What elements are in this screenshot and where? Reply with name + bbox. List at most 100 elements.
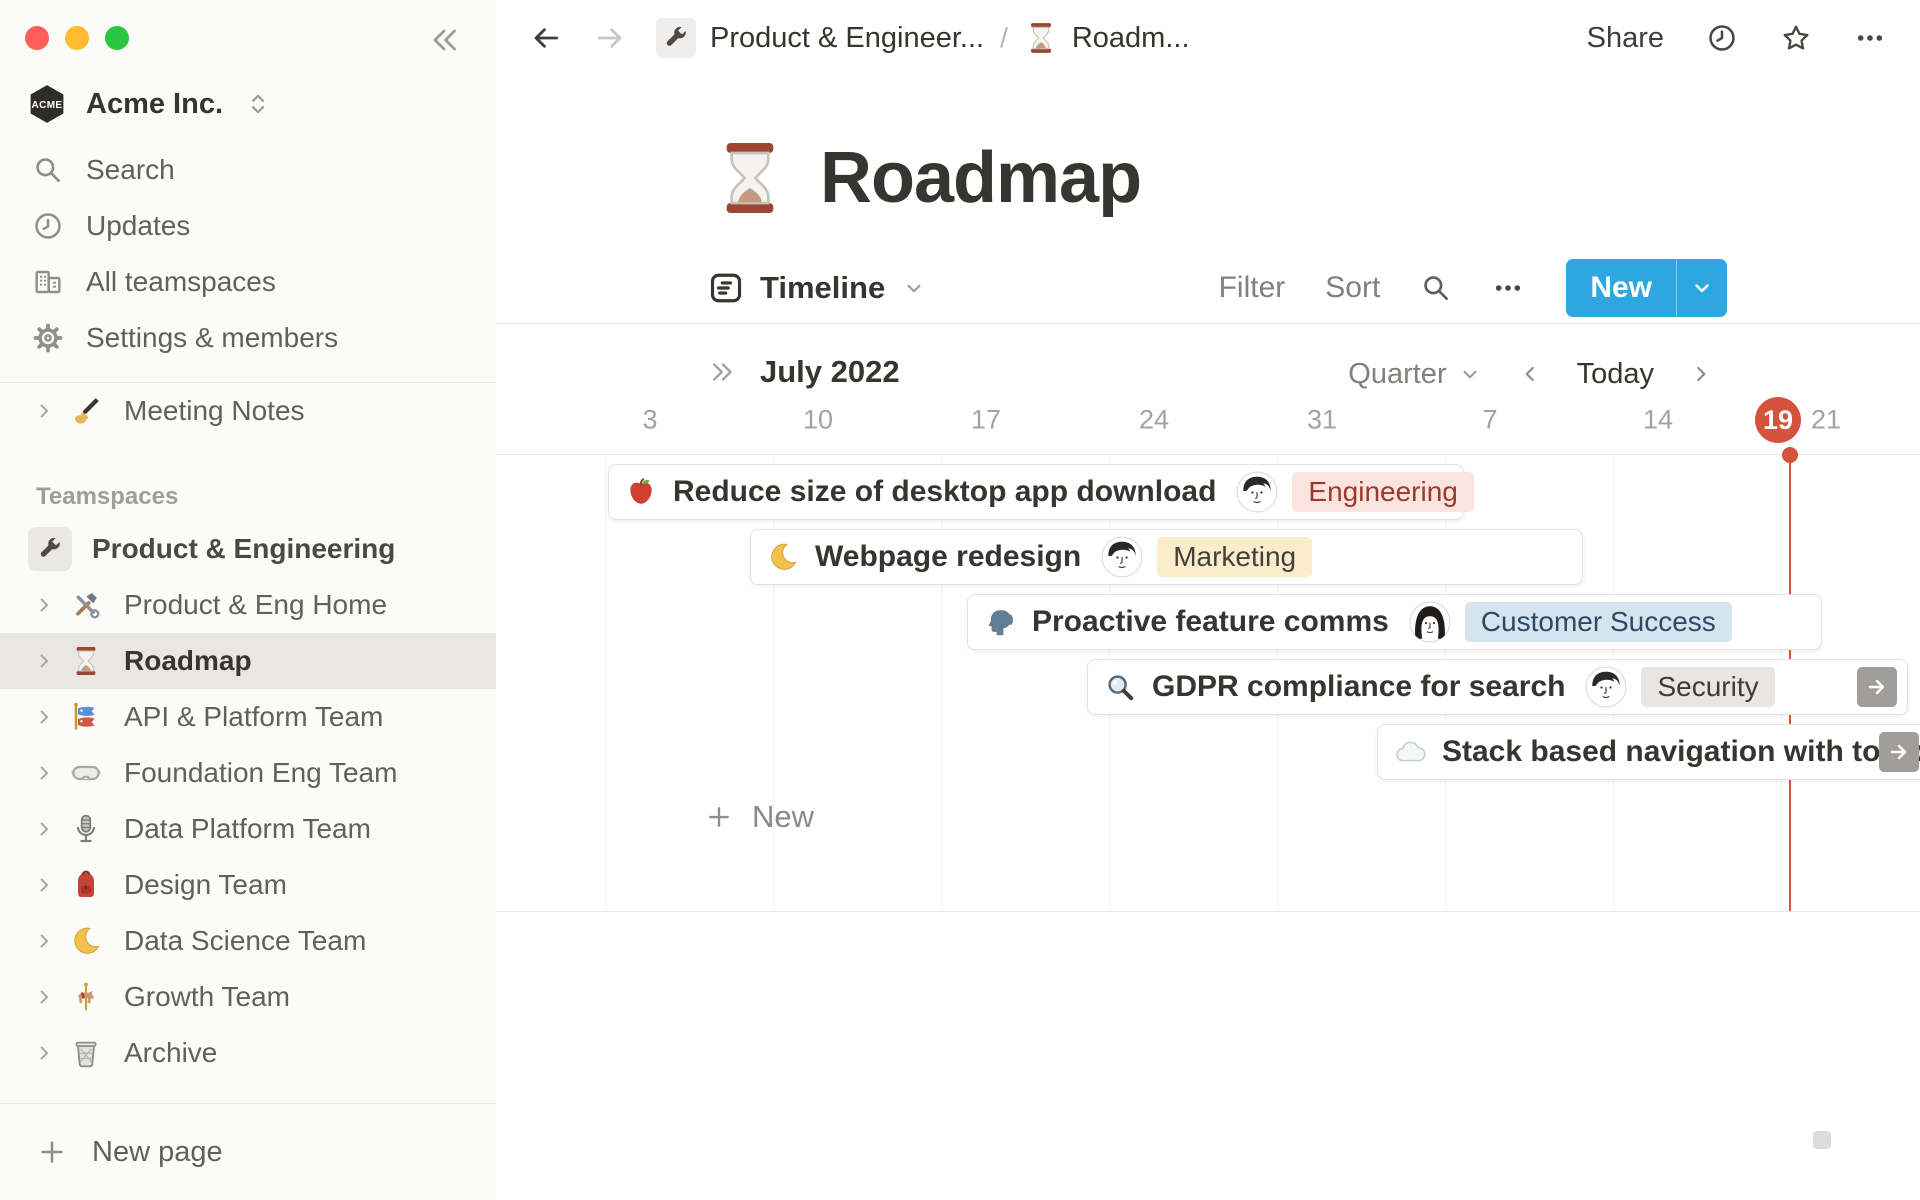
sort-button[interactable]: Sort — [1323, 269, 1382, 307]
sidebar-item-meeting-notes[interactable]: Meeting Notes — [0, 383, 496, 439]
sidebar-item-updates[interactable]: Updates — [0, 198, 496, 254]
sidebar-pinned-section: Meeting Notes — [0, 383, 496, 439]
sidebar-item-archive[interactable]: Archive — [0, 1025, 496, 1081]
sidebar-item-label: Design Team — [124, 869, 287, 900]
carousel-horse-icon — [70, 981, 102, 1013]
timeline-new-item-button[interactable]: New — [704, 799, 814, 835]
date-tick: 7 — [1482, 404, 1498, 435]
wrench-icon — [656, 18, 696, 58]
sidebar-item-label: Data Science Team — [124, 925, 367, 956]
sidebar-main-menu: Search Updates All teamspaces Settings & me… — [0, 142, 496, 366]
apple-icon — [625, 476, 657, 508]
sidebar-item-label: Settings & members — [86, 322, 339, 353]
new-page-button[interactable]: New page — [0, 1104, 496, 1200]
open-item-arrow-icon[interactable] — [1879, 732, 1919, 772]
favorite-star-icon[interactable] — [1778, 20, 1814, 56]
wrench-icon — [28, 527, 72, 571]
chevron-right-icon — [32, 649, 56, 673]
sidebar-item-label: All teamspaces — [86, 266, 276, 297]
breadcrumb-item-page[interactable]: Roadm... — [1024, 21, 1190, 55]
traffic-light-zoom[interactable] — [105, 26, 129, 50]
date-tick: 14 — [1642, 404, 1674, 435]
back-arrow-icon[interactable] — [528, 20, 564, 56]
sidebar-item-settings-members[interactable]: Settings & members — [0, 310, 496, 366]
search-icon — [32, 154, 64, 186]
sidebar-item-growth-team[interactable]: Growth Team — [0, 969, 496, 1025]
workspace-switcher[interactable]: ACME Acme Inc. — [26, 78, 478, 130]
traffic-light-close[interactable] — [25, 26, 49, 50]
breadcrumb-separator: / — [1000, 22, 1008, 53]
timeline-item-title: Proactive feature comms — [1032, 605, 1389, 638]
date-tick: 3 — [642, 404, 658, 435]
expand-timeline-icon[interactable] — [708, 357, 738, 387]
new-button-dropdown[interactable] — [1677, 259, 1727, 317]
breadcrumb-item-teamspace[interactable]: Product & Engineer... — [656, 18, 984, 58]
teamspaces-section-header: Teamspaces — [36, 483, 179, 510]
timeline-item-webpage-redesign[interactable]: Webpage redesign Marketing — [750, 529, 1583, 585]
chevron-right-icon — [32, 929, 56, 953]
share-button[interactable]: Share — [1585, 18, 1666, 59]
sidebar-item-label: Archive — [124, 1037, 218, 1068]
next-period-icon[interactable] — [1688, 361, 1714, 387]
sidebar-item-data-platform-team[interactable]: Data Platform Team — [0, 801, 496, 857]
forward-arrow-icon[interactable] — [592, 20, 628, 56]
avatar-woman-1 — [1409, 601, 1451, 643]
sidebar-item-api-platform-team[interactable]: API & Platform Team — [0, 689, 496, 745]
chevron-right-icon — [32, 705, 56, 729]
timeline-view-icon — [708, 270, 744, 306]
page-history-icon[interactable] — [1704, 20, 1740, 56]
date-tick: 24 — [1138, 404, 1170, 435]
breadcrumb-label: Roadm... — [1071, 21, 1190, 54]
timeline-item-gdpr-compliance-for-search[interactable]: GDPR compliance for search Security — [1087, 659, 1908, 715]
traffic-light-minimize[interactable] — [65, 26, 89, 50]
sidebar-item-search[interactable]: Search — [0, 142, 496, 198]
timeline-item-title: Stack based navigation with top bar — [1442, 735, 1920, 768]
date-tick: 17 — [970, 404, 1002, 435]
open-item-arrow-icon[interactable] — [1857, 667, 1897, 707]
sidebar-item-product-eng-home[interactable]: Product & Eng Home — [0, 577, 496, 633]
search-icon[interactable] — [1418, 270, 1454, 306]
week-gridline — [605, 455, 606, 911]
microphone-icon — [70, 813, 102, 845]
avatar-man-3 — [1585, 666, 1627, 708]
filter-button[interactable]: Filter — [1217, 269, 1288, 307]
week-gridline — [773, 455, 774, 911]
chevron-right-icon — [32, 399, 56, 423]
today-marker-dot — [1782, 447, 1798, 463]
magnifier-icon — [1104, 671, 1136, 703]
sidebar-item-product-engineering[interactable]: Product & Engineering — [0, 521, 496, 577]
sidebar-item-all-teamspaces[interactable]: All teamspaces — [0, 254, 496, 310]
timeline-item-title: Webpage redesign — [815, 540, 1082, 573]
timeline-item-proactive-feature-comms[interactable]: Proactive feature comms Customer Success — [967, 594, 1822, 650]
writing-hand-icon — [70, 395, 102, 427]
timeline-item-title: Reduce size of desktop app download — [673, 475, 1217, 508]
sidebar-item-roadmap[interactable]: Roadmap — [0, 633, 496, 689]
sidebar-item-label: Foundation Eng Team — [124, 757, 398, 788]
page-icon-hourglass[interactable] — [710, 138, 790, 218]
sidebar-item-data-science-team[interactable]: Data Science Team — [0, 913, 496, 969]
timeline-zoom-select[interactable]: Quarter — [1348, 358, 1482, 391]
timeline-item-stack-based-navigation-with-top-bar[interactable]: Stack based navigation with top bar — [1377, 724, 1920, 780]
speaking-head-icon — [984, 606, 1016, 638]
clock-icon — [32, 210, 64, 242]
team-tag-marketing: Marketing — [1157, 537, 1313, 577]
today-button[interactable]: Today — [1577, 358, 1654, 391]
new-button[interactable]: New — [1566, 259, 1676, 317]
more-options-icon[interactable] — [1490, 270, 1526, 306]
scrollbar-thumb[interactable] — [1813, 1131, 1831, 1149]
view-switcher-timeline[interactable]: Timeline — [708, 270, 927, 306]
more-options-icon[interactable] — [1852, 20, 1888, 56]
gear-icon — [32, 322, 64, 354]
timeline-item-reduce-size-of-desktop-app-download[interactable]: Reduce size of desktop app download Engin… — [608, 464, 1474, 520]
date-tick: 21 — [1810, 404, 1842, 435]
hourglass-icon — [1024, 21, 1058, 55]
chevron-right-icon — [32, 873, 56, 897]
prev-period-icon[interactable] — [1517, 361, 1543, 387]
sidebar-item-design-team[interactable]: Design Team — [0, 857, 496, 913]
collapse-sidebar-icon[interactable] — [424, 20, 464, 60]
crescent-moon-icon — [70, 925, 102, 957]
workspace-name: Acme Inc. — [86, 87, 223, 120]
sidebar-item-foundation-eng-team[interactable]: Foundation Eng Team — [0, 745, 496, 801]
wastebasket-icon — [70, 1037, 102, 1069]
page-title[interactable]: Roadmap — [820, 137, 1142, 219]
